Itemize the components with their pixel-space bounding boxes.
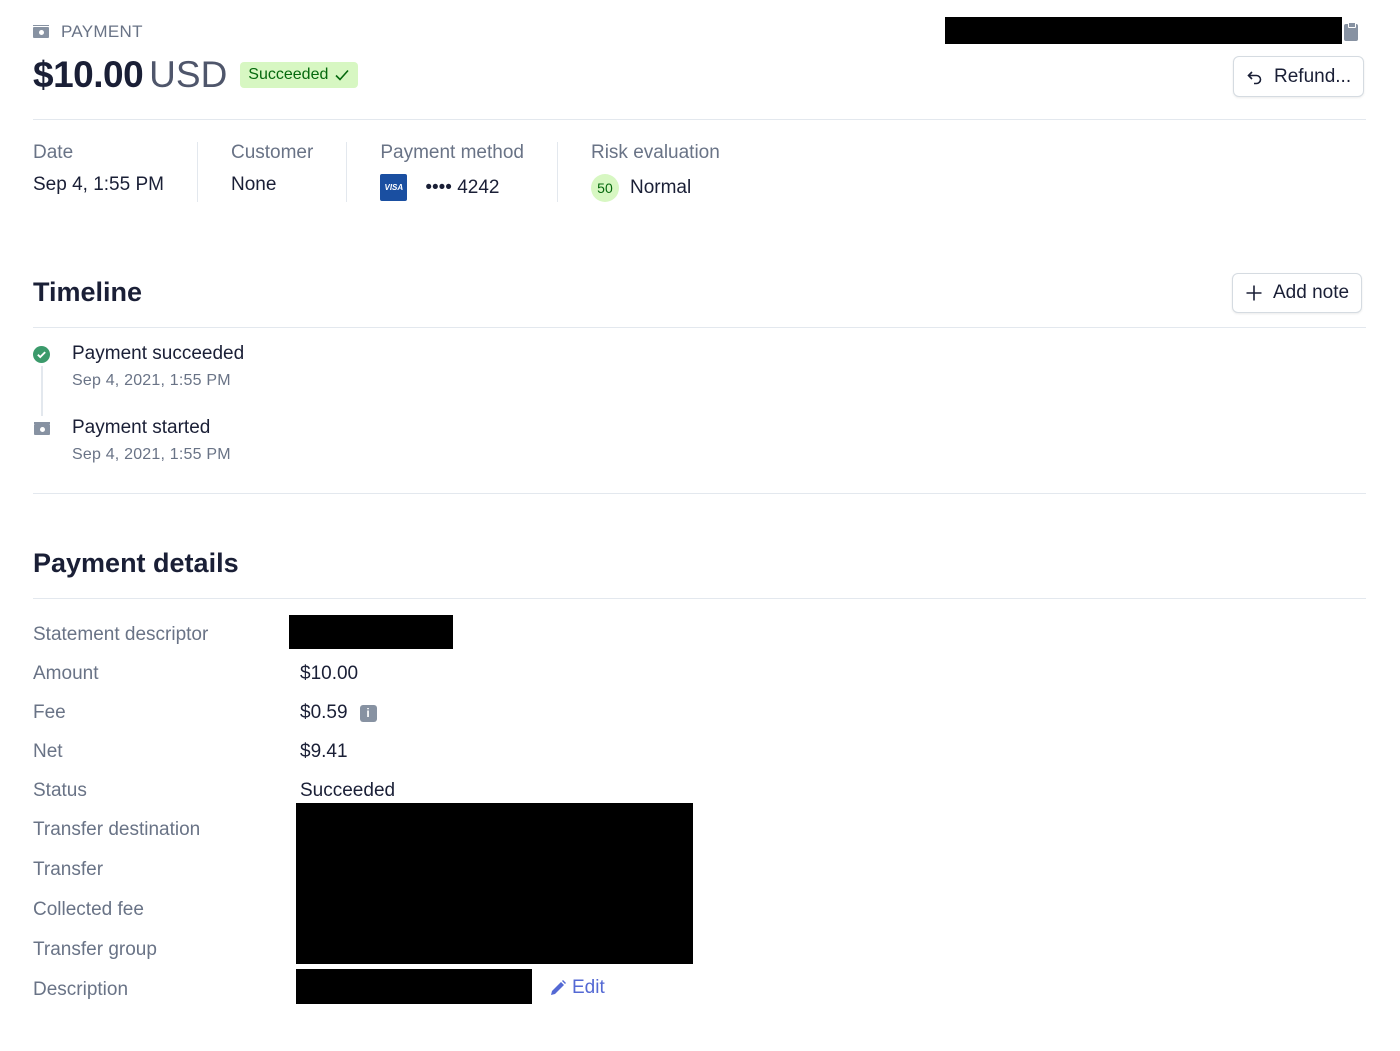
card-last4[interactable]: •••• 4242 xyxy=(425,177,499,199)
detail-label: Collected fee xyxy=(33,899,144,920)
risk-level: Normal xyxy=(629,177,692,198)
object-type-text: PAYMENT xyxy=(61,22,143,41)
timeline-event-date: Sep 4, 2021, 1:55 PM xyxy=(72,372,231,389)
add-note-label: Add note xyxy=(1273,282,1350,303)
timeline-connector xyxy=(41,366,43,416)
summary-risk: Risk evaluation 50 Normal xyxy=(590,142,753,202)
detail-label: Description xyxy=(33,979,129,1000)
amount-row: $10.00 USD Succeeded xyxy=(33,54,359,96)
details-divider xyxy=(33,598,1366,599)
summary-value: Sep 4, 1:55 PM xyxy=(33,174,164,195)
summary-customer: Customer None xyxy=(230,142,348,202)
fee-value-wrap: $0.59 i xyxy=(300,702,377,724)
summary-label: Risk evaluation xyxy=(590,142,720,163)
detail-value: $10.00 xyxy=(300,663,359,684)
undo-arrow-icon xyxy=(1247,70,1262,84)
refund-button[interactable]: Refund... xyxy=(1233,56,1365,97)
object-type-label: PAYMENT xyxy=(33,22,143,42)
detail-label: Transfer destination xyxy=(33,819,201,840)
status-badge-text: Succeeded xyxy=(248,66,329,83)
redacted-statement-descriptor xyxy=(289,615,453,649)
timeline-event-title: Payment started xyxy=(72,417,211,438)
copy-clipboard-icon[interactable] xyxy=(1344,22,1358,41)
timeline-title: Timeline xyxy=(33,277,143,307)
payment-method-value: VISA •••• 4242 xyxy=(380,174,524,201)
detail-value: $0.59 xyxy=(300,702,348,723)
checkmark-icon xyxy=(335,69,349,81)
add-note-button[interactable]: Add note xyxy=(1232,273,1363,313)
summary-label: Customer xyxy=(230,142,314,163)
risk-score-badge: 50 xyxy=(590,174,619,202)
info-icon[interactable]: i xyxy=(359,704,377,722)
visa-card-icon: VISA xyxy=(380,174,408,201)
summary-label: Date xyxy=(33,142,74,163)
detail-label: Amount xyxy=(33,663,99,684)
summary-date: Date Sep 4, 1:55 PM xyxy=(33,142,198,202)
edit-link-label: Edit xyxy=(572,977,605,998)
timeline-event-title: Payment succeeded xyxy=(72,343,245,364)
detail-value: Succeeded xyxy=(300,780,396,801)
check-circle-icon xyxy=(33,346,50,363)
refund-button-label: Refund... xyxy=(1274,65,1352,87)
plus-icon xyxy=(1246,285,1262,301)
money-icon xyxy=(34,422,50,435)
summary-label: Payment method xyxy=(380,142,524,163)
edit-description-link[interactable]: Edit xyxy=(549,977,605,999)
detail-label: Status xyxy=(33,780,87,801)
detail-label: Transfer group xyxy=(33,939,157,960)
payment-details-title: Payment details xyxy=(33,548,239,578)
redacted-description xyxy=(296,969,532,1004)
summary-bar: Date Sep 4, 1:55 PM Customer None Paymen… xyxy=(33,142,786,202)
summary-value: None xyxy=(230,174,277,195)
header-divider xyxy=(33,119,1366,120)
detail-label: Statement descriptor xyxy=(33,624,209,645)
detail-value: $9.41 xyxy=(300,741,348,762)
redacted-transfer-info xyxy=(296,803,693,964)
detail-label: Fee xyxy=(33,702,66,723)
status-badge: Succeeded xyxy=(240,62,359,88)
timeline-end-divider xyxy=(33,493,1366,494)
pencil-icon xyxy=(551,980,566,995)
redacted-payment-id xyxy=(945,17,1342,44)
payment-amount: $10.00 xyxy=(33,54,144,95)
risk-value[interactable]: 50 Normal xyxy=(590,174,720,202)
summary-payment-method: Payment method VISA •••• 4242 xyxy=(380,142,558,202)
money-icon xyxy=(33,24,49,38)
timeline-divider xyxy=(33,327,1366,328)
timeline-event-date: Sep 4, 2021, 1:55 PM xyxy=(72,446,231,463)
detail-label: Net xyxy=(33,741,63,762)
payment-currency: USD xyxy=(149,54,228,95)
detail-label: Transfer xyxy=(33,859,104,880)
